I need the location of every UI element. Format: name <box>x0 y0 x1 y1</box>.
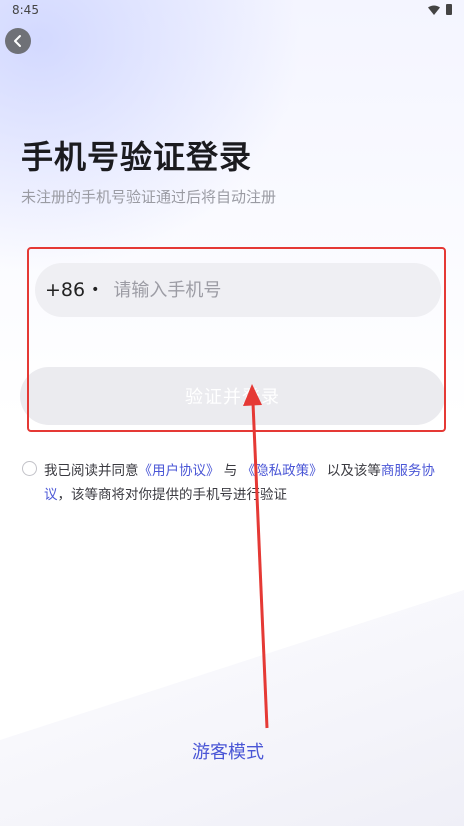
phone-field[interactable]: +86 • <box>35 263 441 317</box>
background-glow <box>0 0 464 420</box>
page-title: 手机号验证登录 <box>21 138 253 176</box>
agreement-prefix: 我已阅读并同意 <box>44 463 139 479</box>
user-agreement-link[interactable]: 《用户协议》 <box>139 463 220 479</box>
agreement-and: 与 <box>223 463 238 479</box>
privacy-policy-link[interactable]: 《隐私政策》 <box>242 463 323 479</box>
phone-input[interactable] <box>111 278 396 302</box>
status-bar: 8:45 <box>0 0 464 22</box>
agreement-text: 我已阅读并同意《用户协议》 与 《隐私政策》 以及该等商服务协议，该等商将对你提… <box>44 459 449 507</box>
country-code-separator: • <box>91 282 100 298</box>
status-time: 8:45 <box>12 3 39 17</box>
agreement-middle: 以及该等 <box>326 463 381 479</box>
agreement-suffix: ，该等商将对你提供的手机号进行验证 <box>57 487 288 503</box>
status-icons <box>428 4 452 15</box>
background-wedge <box>0 590 464 826</box>
verify-login-button[interactable]: 验证并登录 <box>20 367 445 425</box>
back-button[interactable] <box>5 28 31 54</box>
guest-mode-link[interactable]: 游客模式 <box>192 738 264 764</box>
battery-icon <box>446 4 452 15</box>
chevron-left-icon <box>14 35 21 47</box>
wifi-icon <box>428 5 440 15</box>
country-code-selector[interactable]: +86 <box>45 279 85 301</box>
page-subtitle: 未注册的手机号验证通过后将自动注册 <box>21 188 277 206</box>
agreement-checkbox[interactable] <box>22 461 37 476</box>
